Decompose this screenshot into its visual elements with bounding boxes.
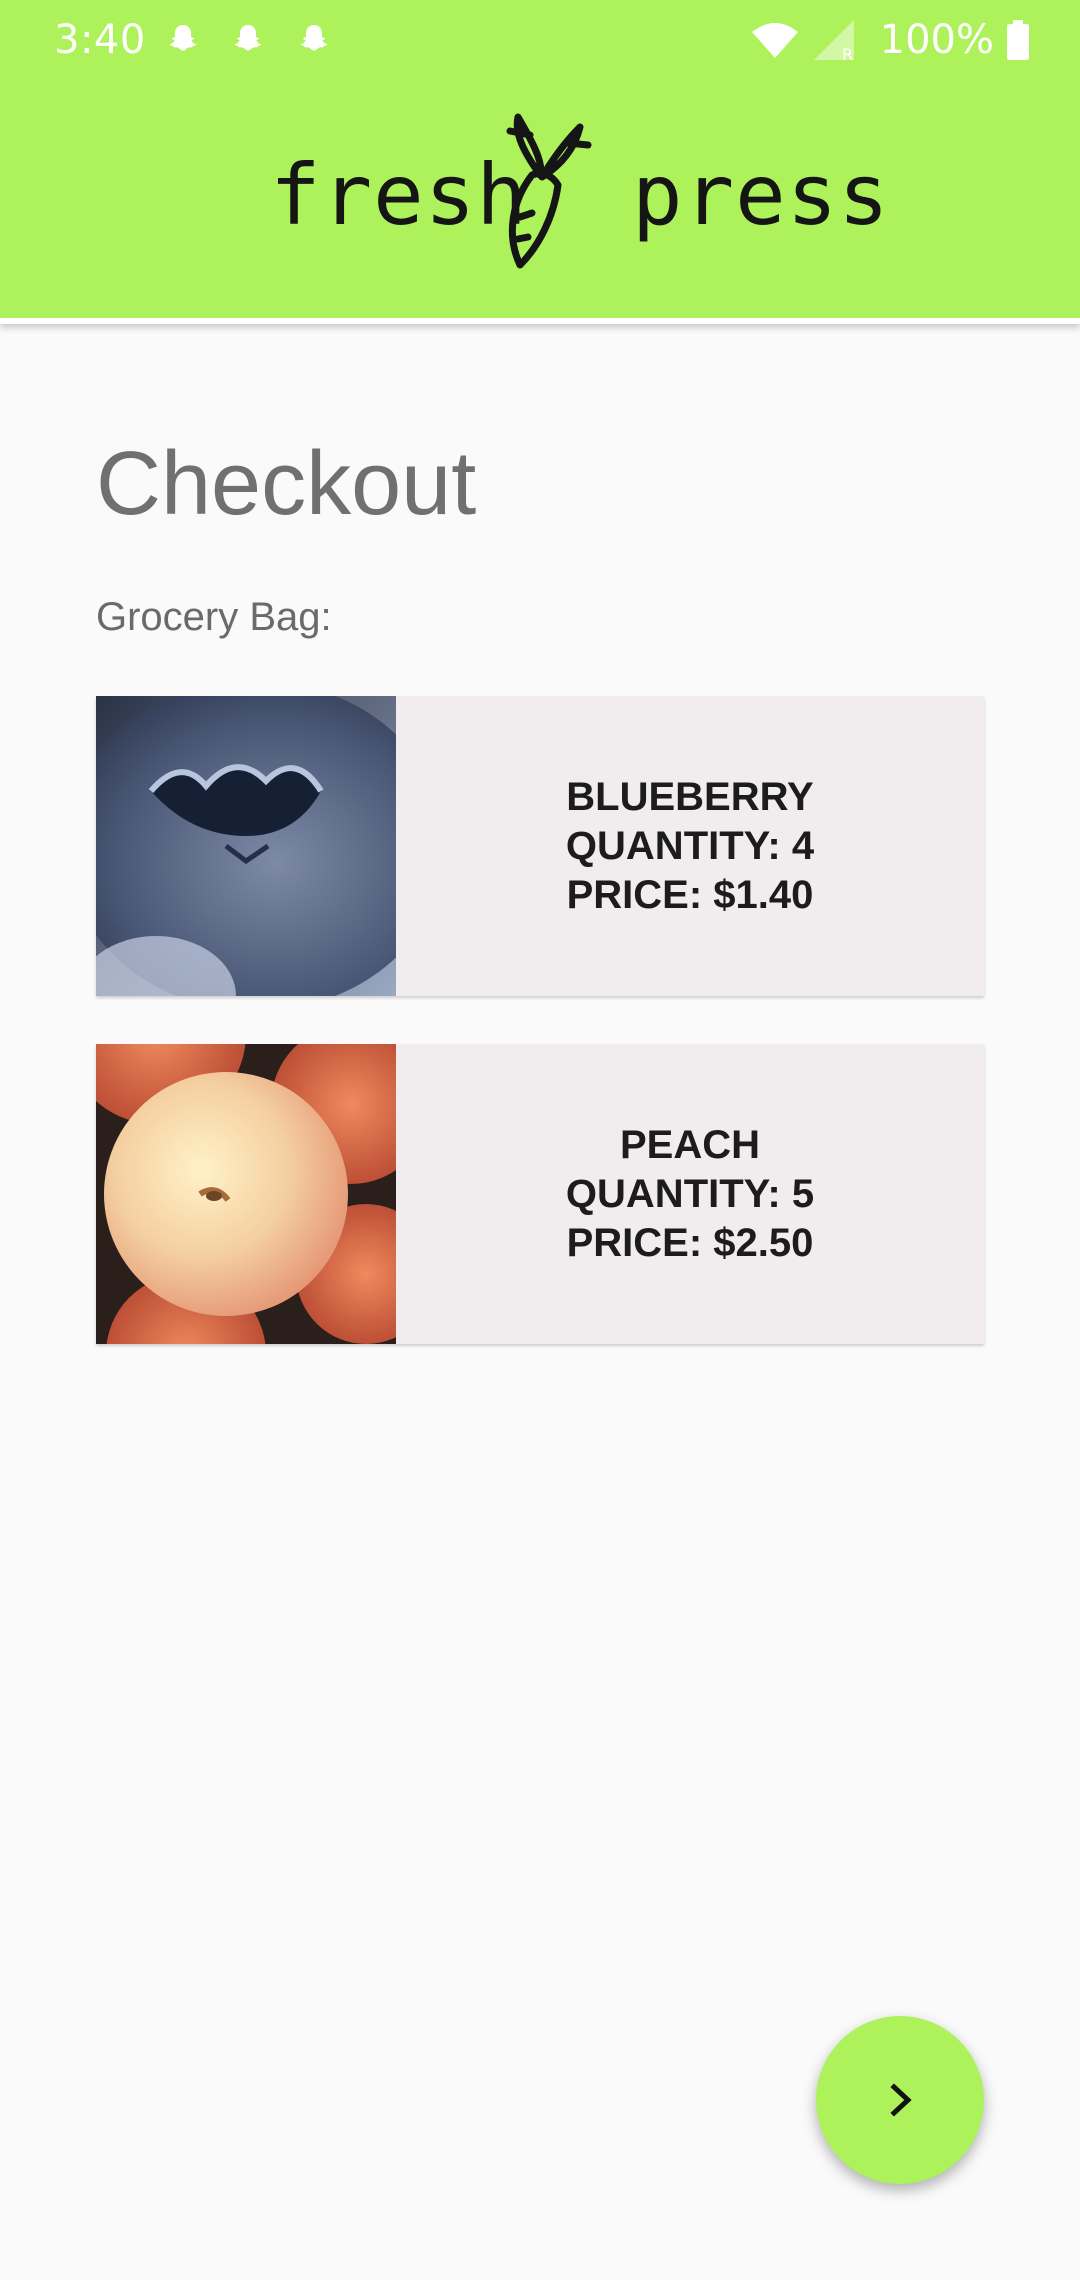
item-name: PEACH xyxy=(619,1122,761,1167)
cart-item-peach[interactable]: PEACH QUANTITY: 5 PRICE: $2.50 xyxy=(96,1044,984,1344)
snapchat-ghost-icon xyxy=(169,25,197,51)
item-quantity: QUANTITY: 5 xyxy=(565,1171,815,1216)
item-name: BLUEBERRY xyxy=(566,774,814,819)
blueberry-details: BLUEBERRY QUANTITY: 4 PRICE: $1.40 xyxy=(396,696,984,996)
carrot-icon xyxy=(506,113,592,269)
page-title: Checkout xyxy=(96,434,477,534)
peach-photo xyxy=(96,1044,396,1344)
cart-item-blueberry[interactable]: BLUEBERRY QUANTITY: 4 PRICE: $1.40 xyxy=(96,696,984,996)
blueberry-photo xyxy=(96,696,396,996)
fresh-press-logo: fresh press xyxy=(270,105,889,275)
status-time: 3:40 xyxy=(54,17,146,63)
item-price: PRICE: $1.40 xyxy=(566,872,814,917)
item-quantity: QUANTITY: 4 xyxy=(565,823,815,868)
wifi-icon xyxy=(751,23,798,58)
snapchat-ghost-icon xyxy=(300,25,328,51)
status-right-group: R 100% xyxy=(750,16,1030,64)
chevron-right-icon xyxy=(890,2083,912,2117)
next-button[interactable] xyxy=(816,2016,984,2184)
battery-icon xyxy=(1007,20,1029,60)
peach-details: PEACH QUANTITY: 5 PRICE: $2.50 xyxy=(396,1044,984,1344)
logo-text-press: press xyxy=(632,146,890,244)
grocery-bag-label: Grocery Bag: xyxy=(96,595,332,639)
snapchat-ghost-icon xyxy=(234,25,262,51)
status-bar: 3:40 R 100% xyxy=(0,0,1080,80)
app-header: 3:40 R 100% fresh press xyxy=(0,0,1080,324)
svg-text:R: R xyxy=(842,45,853,62)
battery-percentage: 100% xyxy=(879,17,994,63)
cellular-signal-icon: R xyxy=(813,20,854,62)
item-price: PRICE: $2.50 xyxy=(566,1220,814,1265)
